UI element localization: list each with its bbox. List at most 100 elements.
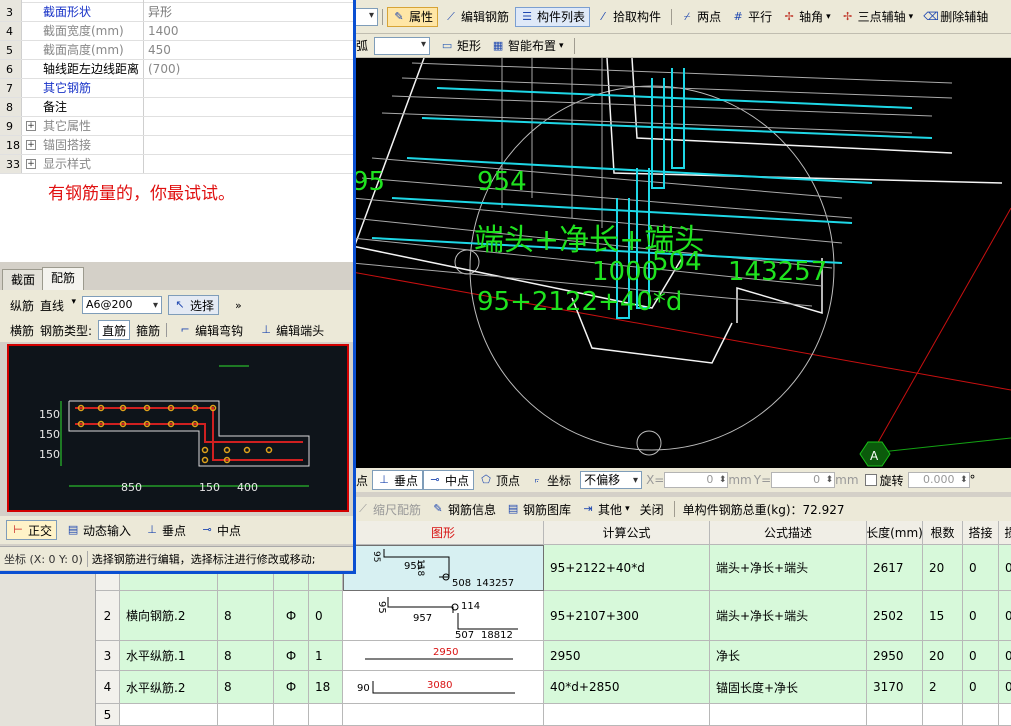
rotate-input[interactable]: 0.000 bbox=[907, 472, 970, 488]
rebar-diameter[interactable]: 8 bbox=[218, 591, 274, 641]
property-group-row[interactable]: 33 + 显示样式 bbox=[0, 155, 353, 174]
formula-description[interactable]: 净长 bbox=[710, 641, 867, 671]
rebar-lap[interactable]: 0 bbox=[963, 671, 999, 704]
edit-rebar-button[interactable]: ⟋ 编辑钢筋 bbox=[440, 7, 513, 27]
rebar-shape[interactable]: 90 3080 bbox=[343, 671, 544, 704]
tab-section[interactable]: 截面 bbox=[2, 269, 45, 290]
rebar-name[interactable]: 水平纵筋.1 bbox=[120, 641, 218, 671]
property-row[interactable]: 5 截面高度(mm) 450 bbox=[0, 41, 353, 60]
property-value[interactable] bbox=[144, 79, 353, 97]
rebar-loss[interactable]: 0 bbox=[999, 641, 1011, 671]
rebar-shape[interactable]: 95 957 114 507 18812 bbox=[343, 591, 544, 641]
rebar-grade[interactable]: Ф bbox=[274, 671, 309, 704]
rebar-lap[interactable]: 0 bbox=[963, 545, 999, 591]
rebar-loss[interactable]: 0 bbox=[999, 671, 1011, 704]
property-value[interactable] bbox=[144, 98, 353, 116]
ortho-button[interactable]: ⊢ 正交 bbox=[6, 520, 58, 540]
dynamic-input-button[interactable]: ▤ 动态输入 bbox=[61, 520, 136, 540]
rebar-loss[interactable] bbox=[999, 704, 1011, 726]
rebar-count[interactable]: 15 bbox=[923, 591, 963, 641]
formula-description[interactable] bbox=[710, 704, 867, 726]
rebar-loss[interactable]: 0 bbox=[999, 591, 1011, 641]
line-type-select[interactable]: 直线 ▾ bbox=[40, 297, 76, 314]
rebar-spec-input[interactable]: A6@200 bbox=[82, 296, 163, 314]
rebar-lap[interactable]: 0 bbox=[963, 591, 999, 641]
property-row[interactable]: 7 其它钢筋 bbox=[0, 79, 353, 98]
property-group-row[interactable]: 9 + 其它属性 bbox=[0, 117, 353, 136]
rebar-loss[interactable]: 0 bbox=[999, 545, 1011, 591]
coordinate-snap-button[interactable]: ⟔ 坐标 bbox=[525, 470, 576, 490]
tab-reinforcement[interactable]: 配筋 bbox=[42, 267, 85, 290]
property-value[interactable]: (700) bbox=[144, 60, 353, 78]
scale-rebar-button[interactable]: ⟋ 缩尺配筋 bbox=[352, 499, 425, 519]
shape-code[interactable]: 18 bbox=[309, 671, 343, 704]
rebar-shape[interactable] bbox=[343, 704, 544, 726]
rebar-info-button[interactable]: ✎ 钢筋信息 bbox=[427, 499, 500, 519]
rebar-grade[interactable]: Ф bbox=[274, 591, 309, 641]
edit-bend-button[interactable]: ⌐ 编辑弯钩 bbox=[173, 320, 248, 340]
rotate-checkbox[interactable] bbox=[864, 474, 877, 486]
rebar-length[interactable]: 2950 bbox=[867, 641, 923, 671]
calc-formula[interactable]: 40*d+2850 bbox=[544, 671, 710, 704]
offset-mode-select[interactable]: 不偏移 bbox=[580, 471, 643, 489]
x-input[interactable]: 0 bbox=[664, 472, 729, 488]
select-button[interactable]: ↖ 选择 bbox=[168, 295, 220, 315]
table-row[interactable]: 2 横向钢筋.2 8 Ф 0 95 957 114 507 18812 95+2… bbox=[96, 591, 1011, 641]
delete-aux-button[interactable]: ⌫ 删除辅轴 bbox=[919, 7, 992, 27]
formula-description[interactable]: 端头+净长+端头 bbox=[710, 591, 867, 641]
component-list-button[interactable]: ☰ 构件列表 bbox=[515, 6, 591, 27]
rebar-length[interactable] bbox=[867, 704, 923, 726]
stirrup-button[interactable]: 箍筋 bbox=[136, 322, 160, 339]
rebar-shape[interactable]: 959 118 508 143257 95 bbox=[343, 545, 544, 591]
axis-angle-button[interactable]: ✢ 轴角 ▾ bbox=[778, 7, 835, 27]
expand-icon[interactable]: + bbox=[26, 140, 36, 150]
rebar-count[interactable]: 2 bbox=[923, 671, 963, 704]
table-row[interactable]: 5 bbox=[96, 704, 1011, 726]
property-value[interactable]: 450 bbox=[144, 41, 353, 59]
calc-formula[interactable]: 95+2122+40*d bbox=[544, 545, 710, 591]
property-row[interactable]: 4 截面宽度(mm) 1400 bbox=[0, 22, 353, 41]
rebar-name[interactable] bbox=[120, 704, 218, 726]
two-points-button[interactable]: ⌿ 两点 bbox=[676, 7, 725, 27]
rebar-diameter[interactable] bbox=[218, 704, 274, 726]
rebar-name[interactable]: 水平纵筋.2 bbox=[120, 671, 218, 704]
straight-rebar-button[interactable]: 直筋 bbox=[98, 320, 131, 340]
rebar-diameter[interactable]: 8 bbox=[218, 641, 274, 671]
rebar-length[interactable]: 2502 bbox=[867, 591, 923, 641]
rebar-lap[interactable] bbox=[963, 704, 999, 726]
calc-formula[interactable]: 2950 bbox=[544, 641, 710, 671]
rebar-shape[interactable]: 2950 bbox=[343, 641, 544, 671]
property-row[interactable]: 6 轴线距左边线距离 (700) bbox=[0, 60, 353, 79]
shape-code[interactable] bbox=[309, 704, 343, 726]
rectangle-button[interactable]: ▭ 矩形 bbox=[436, 36, 485, 56]
section-preview[interactable]: 150 150 150 850 150 400 bbox=[7, 344, 349, 512]
midpoint-button[interactable]: ⊸ 中点 bbox=[195, 520, 246, 540]
rebar-lap[interactable]: 0 bbox=[963, 641, 999, 671]
property-value[interactable]: 异形 bbox=[144, 3, 353, 21]
rebar-count[interactable]: 20 bbox=[923, 641, 963, 671]
rebar-diameter[interactable]: 8 bbox=[218, 671, 274, 704]
rebar-length[interactable]: 3170 bbox=[867, 671, 923, 704]
property-value[interactable]: 1400 bbox=[144, 22, 353, 40]
pick-component-button[interactable]: ⁄ 拾取构件 bbox=[592, 7, 665, 27]
rebar-grade[interactable] bbox=[274, 704, 309, 726]
smart-layout-button[interactable]: ▦ 智能布置 ▾ bbox=[487, 36, 568, 56]
3d-viewport[interactable]: 95 954 端头+净长+端头 1000 504 143257 95+2122+… bbox=[352, 58, 1011, 468]
rebar-count[interactable] bbox=[923, 704, 963, 726]
parallel-button[interactable]: # 平行 bbox=[727, 7, 776, 27]
rebar-library-button[interactable]: ▤ 钢筋图库 bbox=[502, 499, 575, 519]
close-button[interactable]: 关闭 bbox=[636, 499, 668, 519]
other-button[interactable]: ⇥ 其他 ▾ bbox=[577, 499, 634, 519]
arc-dropdown[interactable] bbox=[374, 36, 431, 55]
midpoint-snap-button[interactable]: ⊸ 中点 bbox=[423, 470, 475, 490]
property-row[interactable]: 3 截面形状 异形 bbox=[0, 3, 353, 22]
calc-formula[interactable] bbox=[544, 704, 710, 726]
edit-end-button[interactable]: ⊥ 编辑端头 bbox=[254, 320, 329, 340]
three-point-aux-button[interactable]: ✢ 三点辅轴 ▾ bbox=[837, 7, 918, 27]
table-row[interactable]: 4 水平纵筋.2 8 Ф 18 90 3080 40*d+2850 锚固长度+净… bbox=[96, 671, 1011, 704]
table-row[interactable]: 3 水平纵筋.1 8 Ф 1 2950 2950 净长 2950 20 0 0 bbox=[96, 641, 1011, 671]
rebar-name[interactable]: 横向钢筋.2 bbox=[120, 591, 218, 641]
formula-description[interactable]: 锚固长度+净长 bbox=[710, 671, 867, 704]
calc-formula[interactable]: 95+2107+300 bbox=[544, 591, 710, 641]
property-group-row[interactable]: 18 + 锚固搭接 bbox=[0, 136, 353, 155]
